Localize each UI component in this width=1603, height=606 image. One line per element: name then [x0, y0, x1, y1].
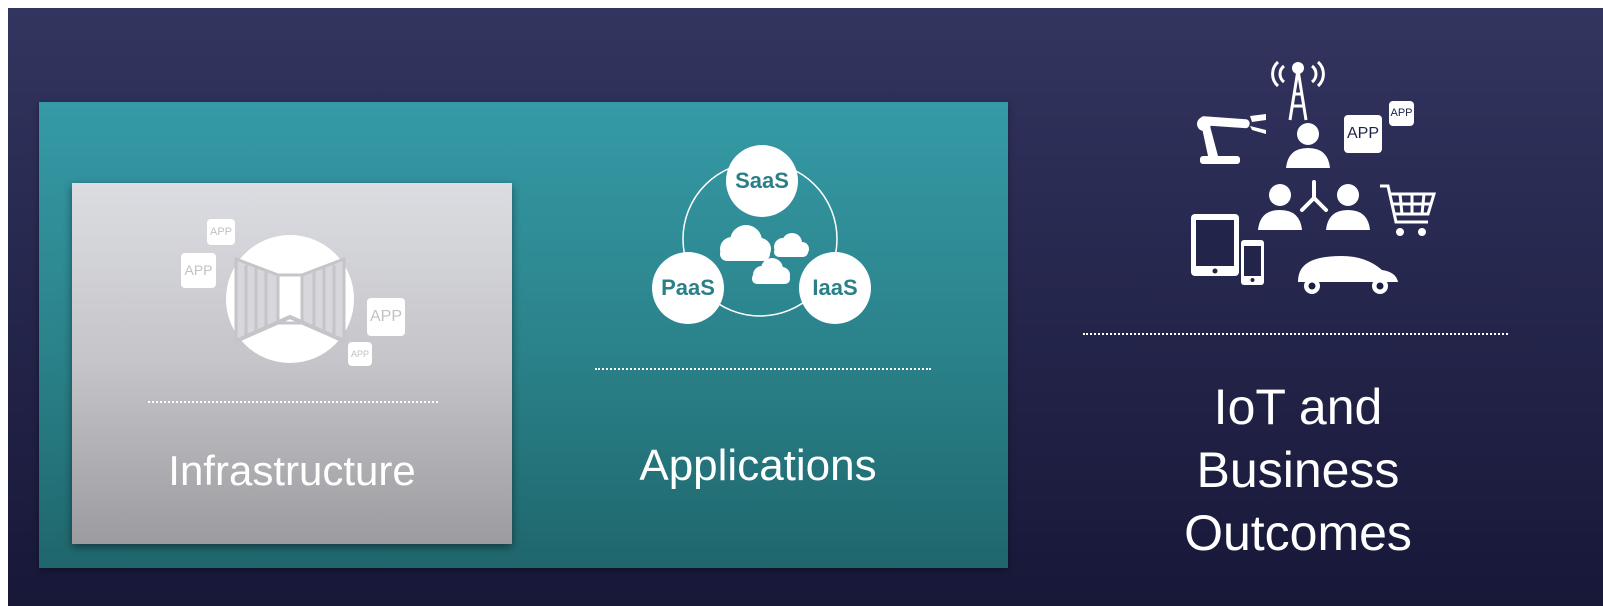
saas-circle: SaaS: [726, 145, 798, 217]
person-icon: [1286, 123, 1330, 168]
phone-icon: [1241, 240, 1264, 285]
app-badge: APP: [207, 219, 235, 245]
iot-title-line: Business: [1196, 442, 1400, 498]
robot-arm-icon: [1197, 114, 1266, 164]
cloud-icon: [720, 225, 809, 284]
iot-title-line: IoT and: [1213, 379, 1383, 435]
app-badge: APP: [367, 298, 405, 336]
divider: [148, 401, 438, 403]
app-badge: APP: [181, 253, 216, 288]
applications-title: Applications: [639, 441, 877, 490]
app-badge: APP: [1344, 115, 1382, 153]
app-badge: APP: [1389, 101, 1414, 126]
divider: [595, 368, 931, 370]
iot-title-line: Outcomes: [1184, 505, 1412, 561]
iaas-circle: IaaS: [799, 252, 871, 324]
datacenter-icon: [226, 235, 354, 363]
slide: APP APP APP APP Infrastructure SaaS PaaS…: [8, 8, 1603, 606]
tablet-icon: [1191, 214, 1239, 276]
infrastructure-panel: APP APP APP APP Infrastructure: [72, 183, 512, 544]
people-network-icon: [1258, 180, 1370, 230]
shopping-cart-icon: [1380, 184, 1437, 224]
app-badge: APP: [348, 342, 372, 366]
divider: [1083, 333, 1508, 335]
infrastructure-title: Infrastructure: [168, 447, 416, 494]
iot-title: IoT and Business Outcomes: [1128, 376, 1468, 565]
iot-icon-cluster: [1191, 60, 1437, 294]
paas-circle: PaaS: [652, 252, 724, 324]
